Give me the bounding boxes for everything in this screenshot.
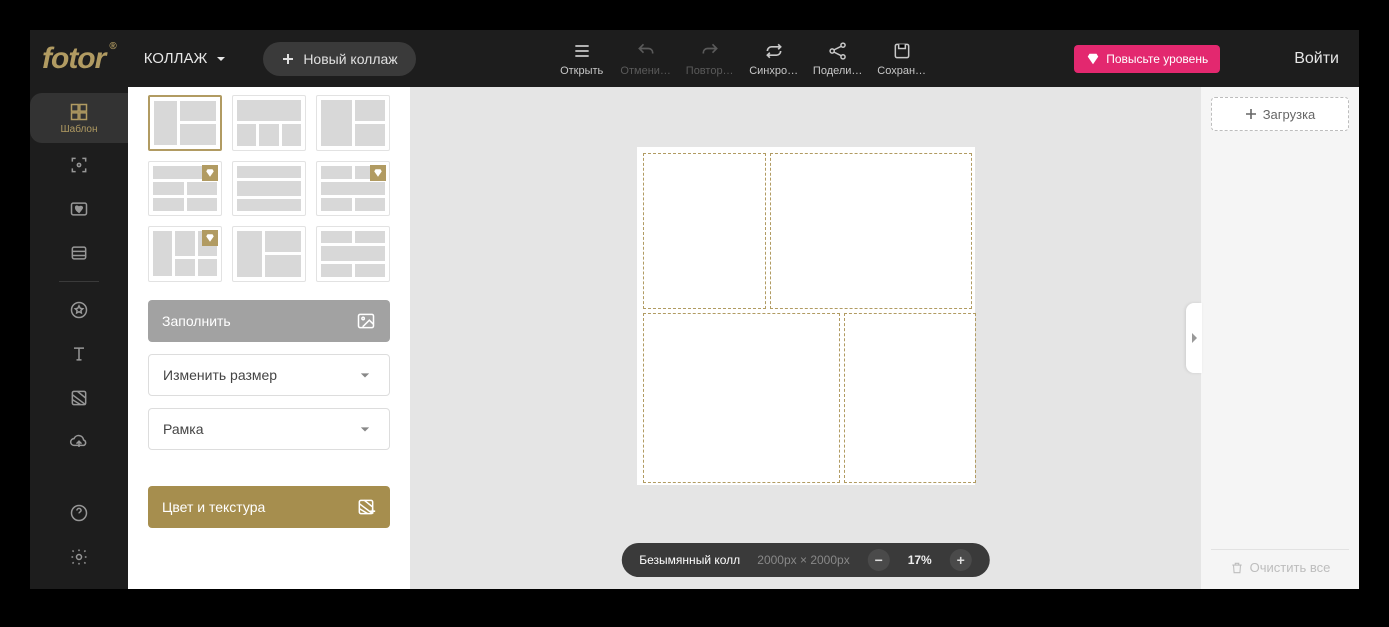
sidebar-tab-effects[interactable]: [30, 288, 128, 332]
logo[interactable]: fotor ®: [42, 42, 114, 76]
collage-canvas[interactable]: [637, 147, 975, 485]
chevron-down-icon: [355, 419, 375, 439]
upload-button[interactable]: Загрузка: [1211, 97, 1349, 131]
fill-label: Заполнить: [162, 313, 231, 329]
right-panel: Загрузка Очистить все: [1201, 87, 1359, 589]
mode-label: КОЛЛАЖ: [144, 50, 208, 67]
clear-all-button[interactable]: Очистить все: [1211, 549, 1349, 579]
text-icon: [69, 344, 89, 364]
redo-icon: [700, 41, 720, 61]
template-panel: Заполнить Изменить размер Рамка Цвет и т…: [128, 87, 410, 589]
header: fotor ® КОЛЛАЖ Новый коллаж Открыть Отмен…: [30, 30, 1359, 87]
premium-badge: [370, 165, 386, 181]
template-item[interactable]: [316, 226, 390, 282]
template-item[interactable]: [316, 161, 390, 217]
new-collage-label: Новый коллаж: [303, 51, 397, 67]
focus-icon: [69, 155, 89, 175]
layers-icon: [69, 243, 89, 263]
canvas-cell[interactable]: [770, 153, 972, 309]
canvas-cell[interactable]: [844, 313, 976, 483]
chevron-down-icon: [355, 365, 375, 385]
upload-label: Загрузка: [1263, 107, 1316, 122]
help-icon: [69, 503, 89, 523]
template-item[interactable]: [148, 161, 222, 217]
plus-icon: [281, 52, 295, 66]
canvas-dimensions: 2000px × 2000px: [757, 553, 849, 567]
sidebar-tab-template[interactable]: Шаблон: [30, 93, 128, 143]
frame-label: Рамка: [163, 421, 204, 437]
new-collage-button[interactable]: Новый коллаж: [263, 42, 415, 76]
template-item[interactable]: [148, 95, 222, 151]
gear-icon: [69, 547, 89, 567]
resize-label: Изменить размер: [163, 367, 277, 383]
chevron-right-icon: [1189, 331, 1199, 345]
resize-button[interactable]: Изменить размер: [148, 354, 390, 396]
upgrade-button[interactable]: Повысьте уровень: [1074, 45, 1220, 73]
sidebar-tab-stickers[interactable]: [30, 187, 128, 231]
diamond-icon: [1086, 52, 1100, 66]
sidebar-tab-text[interactable]: [30, 332, 128, 376]
collapse-right-panel[interactable]: [1186, 303, 1202, 373]
template-grid: [148, 95, 390, 282]
menu-icon: [572, 41, 592, 61]
zoom-in-button[interactable]: +: [950, 549, 972, 571]
sidebar-tab-focus[interactable]: [30, 143, 128, 187]
image-icon: [356, 311, 376, 331]
sidebar-tab-cloud[interactable]: [30, 420, 128, 464]
redo-button[interactable]: Повтор…: [678, 33, 742, 85]
template-item[interactable]: [148, 226, 222, 282]
canvas-cell[interactable]: [643, 313, 841, 483]
sidebar-tab-label: Шаблон: [60, 124, 97, 135]
registered-mark: ®: [109, 41, 115, 52]
share-button[interactable]: Подели…: [806, 33, 870, 85]
template-item[interactable]: [232, 226, 306, 282]
zoom-out-button[interactable]: −: [868, 549, 890, 571]
color-texture-button[interactable]: Цвет и текстура: [148, 486, 390, 528]
upgrade-label: Повысьте уровень: [1106, 52, 1208, 66]
sync-button[interactable]: Синхро…: [742, 33, 806, 85]
template-item[interactable]: [232, 95, 306, 151]
plus-icon: [1245, 108, 1257, 120]
template-item[interactable]: [316, 95, 390, 151]
zoom-level[interactable]: 17%: [908, 553, 932, 567]
canvas-area: Безымянный колла 2000px × 2000px − 17% +: [410, 87, 1201, 589]
template-item[interactable]: [232, 161, 306, 217]
undo-icon: [636, 41, 656, 61]
frame-button[interactable]: Рамка: [148, 408, 390, 450]
canvas-cell[interactable]: [643, 153, 767, 309]
chevron-down-icon: [215, 53, 227, 65]
cloud-upload-icon: [69, 432, 89, 452]
template-icon: [69, 102, 89, 122]
sidebar-tab-background[interactable]: [30, 376, 128, 420]
premium-badge: [202, 165, 218, 181]
open-button[interactable]: Открыть: [550, 33, 614, 85]
texture-icon: [356, 497, 376, 517]
star-circle-icon: [69, 300, 89, 320]
fill-button[interactable]: Заполнить: [148, 300, 390, 342]
save-button[interactable]: Сохран…: [870, 33, 934, 85]
save-icon: [892, 41, 912, 61]
share-icon: [828, 41, 848, 61]
pattern-icon: [69, 388, 89, 408]
logo-text: fotor: [42, 42, 105, 76]
mode-selector[interactable]: КОЛЛАЖ: [144, 50, 228, 67]
clear-all-label: Очистить все: [1250, 560, 1331, 575]
sync-icon: [764, 41, 784, 61]
trash-icon: [1230, 561, 1244, 575]
left-sidebar: Шаблон: [30, 87, 128, 589]
sidebar-tab-layers[interactable]: [30, 231, 128, 275]
undo-button[interactable]: Отмени…: [614, 33, 678, 85]
heart-icon: [69, 199, 89, 219]
top-toolbar: Открыть Отмени… Повтор… Синхро… Подели… …: [550, 33, 934, 85]
document-name[interactable]: Безымянный колла: [639, 553, 739, 567]
sidebar-settings[interactable]: [30, 535, 128, 579]
sidebar-help[interactable]: [30, 491, 128, 535]
color-texture-label: Цвет и текстура: [162, 499, 265, 515]
login-link[interactable]: Войти: [1294, 50, 1339, 68]
canvas-status-bar: Безымянный колла 2000px × 2000px − 17% +: [621, 543, 989, 577]
premium-badge: [202, 230, 218, 246]
